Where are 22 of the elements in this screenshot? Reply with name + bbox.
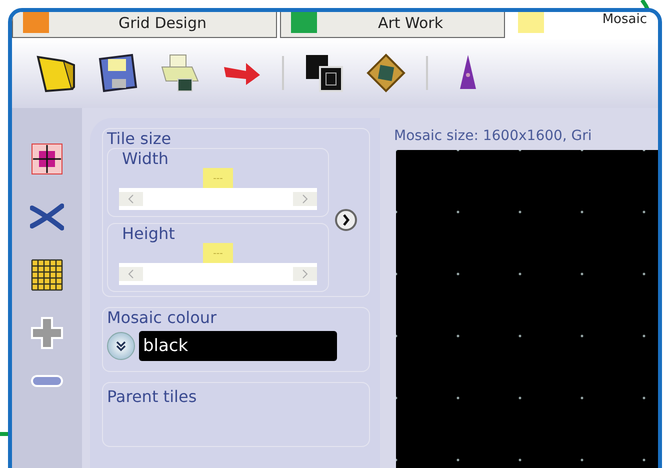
tab-label: Grid Design — [117, 13, 208, 32]
minus-icon[interactable] — [30, 374, 64, 388]
slider-value: --- — [203, 168, 233, 188]
tab[interactable]: Art Work — [280, 12, 505, 38]
colour-field[interactable]: black — [139, 331, 337, 361]
slider-label: Height — [122, 224, 175, 243]
resize-icon[interactable] — [30, 142, 64, 176]
group-title: Parent tiles — [107, 387, 197, 406]
mosaic-size-caption: Mosaic size: 1600x1600, Gri — [394, 128, 593, 144]
slider-value: --- — [203, 243, 233, 263]
slider-label: Width — [122, 149, 168, 168]
tab-label: Mosaic — [601, 12, 648, 27]
chevron-right-icon — [341, 214, 351, 226]
tab[interactable]: Grid Design — [12, 12, 277, 38]
group-title: Mosaic colour — [107, 308, 217, 327]
next-button[interactable] — [335, 209, 357, 231]
grid-icon[interactable] — [30, 258, 64, 292]
dropdown-button[interactable] — [107, 332, 135, 360]
plus-icon[interactable] — [30, 316, 64, 350]
group-title: Tile size — [107, 129, 172, 148]
double-chevron-down-icon — [115, 340, 127, 352]
tab-label: Art Work — [376, 13, 444, 32]
